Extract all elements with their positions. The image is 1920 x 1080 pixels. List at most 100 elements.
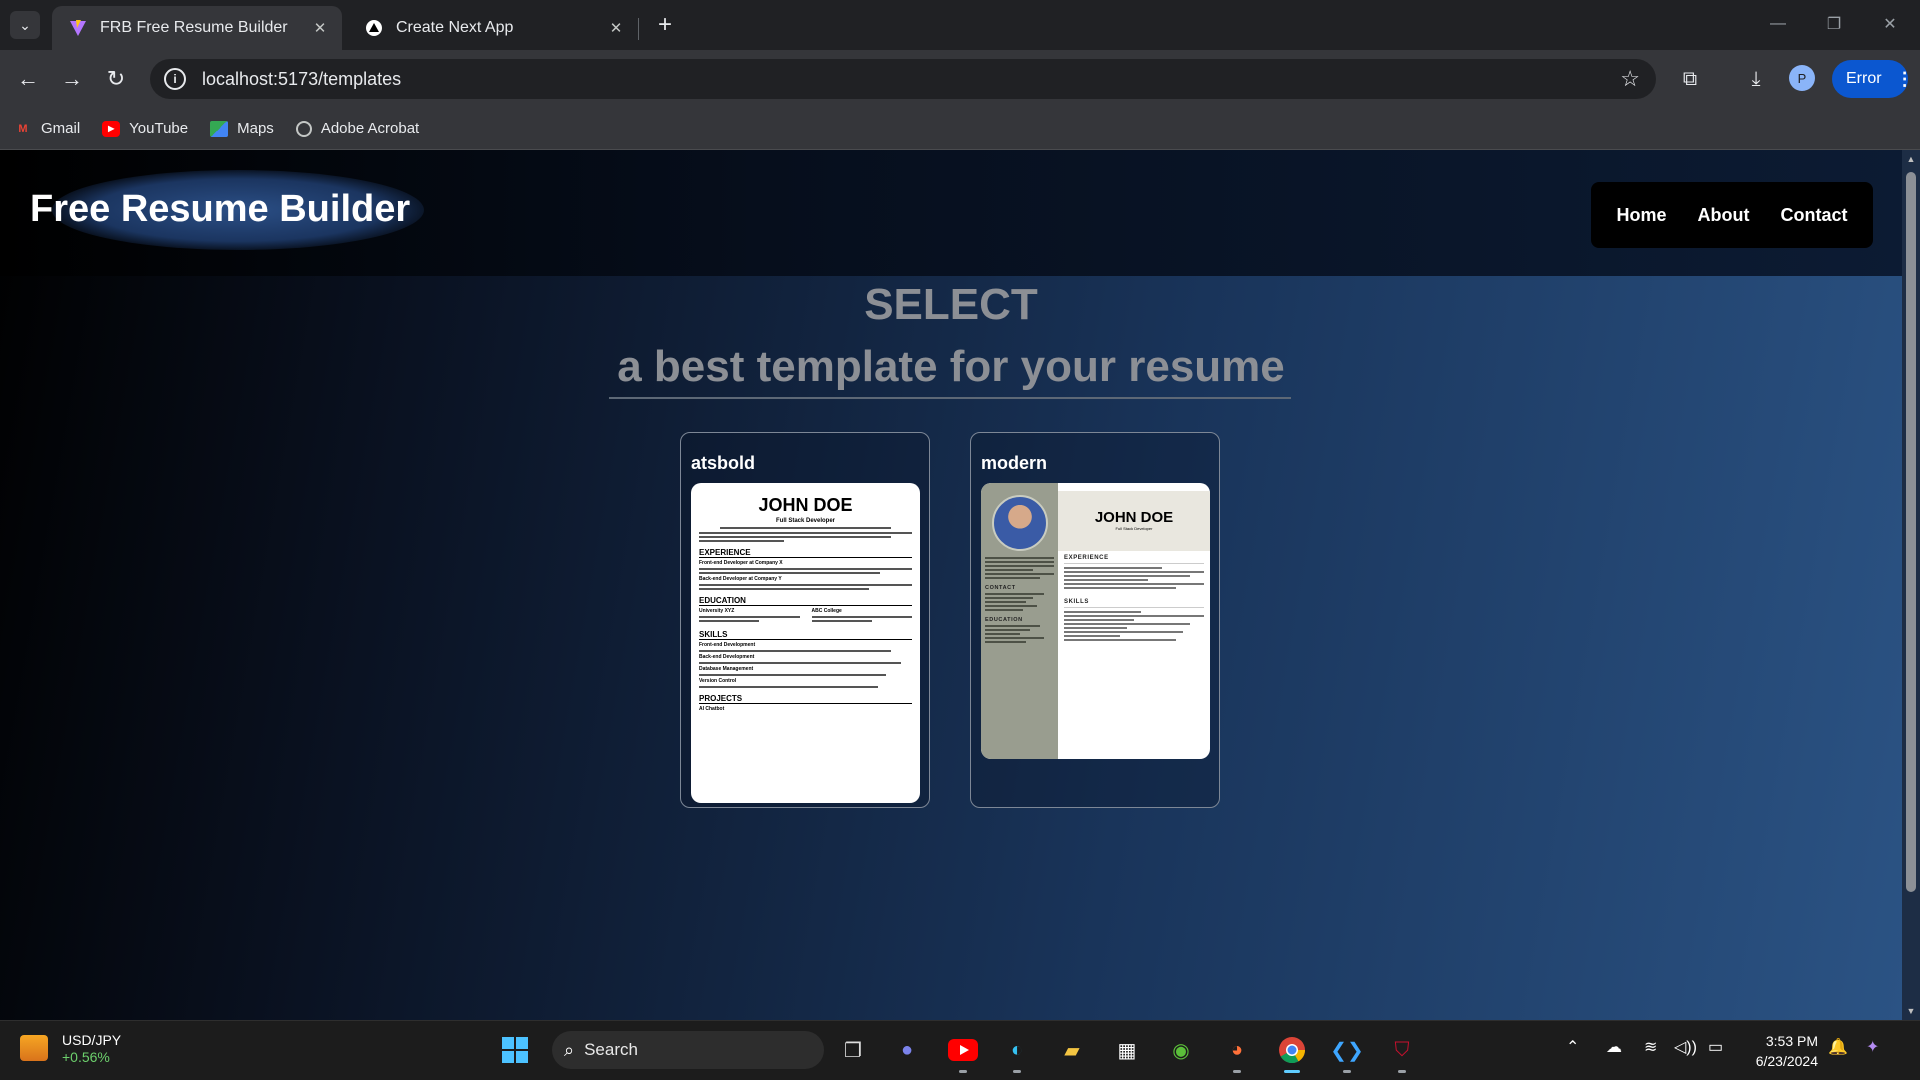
bookmark-maps[interactable]: Maps [210,120,274,137]
preview-section-heading: EXPERIENCE [1064,555,1204,564]
close-tab-icon[interactable]: ✕ [306,19,334,37]
preview-text-line [985,597,1034,599]
forward-icon[interactable]: → [56,63,88,95]
template-card-atsbold[interactable]: atsbold JOHN DOE Full Stack Developer EX… [680,432,930,808]
preview-text-line [985,593,1044,595]
youtube-icon: ▶ [102,120,121,137]
preview-text-line [1064,627,1127,629]
preview-section-heading: PROJECTS [699,694,912,704]
chrome-icon[interactable] [1275,1033,1309,1073]
tab-search-button[interactable]: ⌄ [10,11,40,39]
preview-side-heading: EDUCATION [985,617,1023,623]
preview-text-line [1064,623,1190,625]
back-icon[interactable]: ← [12,63,44,95]
volume-icon[interactable]: ◁)) [1674,1037,1697,1057]
new-tab-button[interactable]: + [650,10,680,40]
copilot-icon[interactable]: ✦ [1866,1037,1879,1057]
taskbar-search[interactable]: ⌕ Search [552,1031,824,1069]
vscode-icon[interactable]: ❮❯ [1330,1033,1364,1073]
file-explorer-icon[interactable]: ▰ [1055,1033,1089,1067]
close-window-icon[interactable]: ✕ [1862,8,1918,40]
scroll-down-icon[interactable]: ▼ [1902,1006,1920,1016]
preview-role: Full Stack Developer [1115,526,1153,531]
preview-side-heading: CONTACT [985,585,1016,591]
bookmark-star-icon[interactable]: ☆ [1620,66,1640,92]
nav-contact[interactable]: Contact [1781,205,1848,226]
close-tab-icon[interactable]: ✕ [602,19,630,37]
preview-text-line [1064,611,1141,613]
preview-text-line [699,532,912,534]
preview-subheading: AI Chatbot [699,706,725,712]
preview-role: Full Stack Developer [775,518,836,524]
preview-text-line [1064,567,1162,569]
site-info-icon[interactable]: i [164,68,186,90]
tab-create-next-app[interactable]: Create Next App ✕ [348,6,638,50]
address-bar[interactable]: i localhost:5173/templates ☆ [150,59,1656,99]
error-button[interactable]: Error ⋮ [1832,60,1914,98]
scroll-up-icon[interactable]: ▲ [1902,154,1920,164]
preview-text-line [1064,631,1183,633]
brand-title[interactable]: Free Resume Builder [30,188,410,231]
preview-text-line [1064,587,1176,589]
maps-icon [210,120,229,137]
nav-about[interactable]: About [1698,205,1750,226]
preview-section-heading: EDUCATION [699,596,912,606]
page-heading-select: SELECT [864,280,1038,329]
mcafee-icon[interactable]: ⛉ [1385,1033,1419,1073]
wifi-icon[interactable]: ≋ [1644,1037,1657,1057]
search-icon: ⌕ [564,1039,575,1060]
url-text[interactable]: localhost:5173/templates [202,69,401,90]
task-view-icon[interactable]: ❐ [836,1033,870,1067]
utorrent-icon[interactable]: ◉ [1164,1033,1198,1067]
teams-icon[interactable]: ● [890,1033,924,1067]
preview-text-line [1064,619,1134,621]
tab-title: FRB Free Resume Builder [100,19,288,36]
template-card-modern[interactable]: modern CONTACT EDUCATION JOHN DOE Full S… [970,432,1220,808]
minimize-icon[interactable]: — [1750,8,1806,40]
template-preview-modern[interactable]: CONTACT EDUCATION JOHN DOE Full Stack De… [981,483,1210,759]
edge-icon[interactable]: ◐ [1000,1033,1034,1073]
ms-store-icon[interactable]: ▦ [1110,1033,1144,1067]
start-icon[interactable] [498,1033,532,1067]
preview-text-line [699,536,891,538]
battery-icon[interactable]: ▭ [1708,1037,1723,1057]
profile-photo [991,495,1048,551]
downloads-icon[interactable]: ⤓ [1740,63,1772,95]
preview-section-heading: EXPERIENCE [699,548,912,558]
profile-avatar[interactable]: P [1789,65,1815,91]
preview-text-line [985,569,1034,571]
site-header: Free Resume Builder Home About Contact [0,150,1902,276]
preview-text-line [985,637,1044,639]
template-name: atsbold [691,453,756,473]
youtube-app-icon[interactable] [946,1033,980,1073]
bookmarks-bar: M Gmail ▶ YouTube Maps Adobe Acrobat [0,108,1920,150]
taskbar-clock[interactable]: 3:53 PM 6/23/2024 [1740,1031,1818,1071]
preview-text-line [699,650,891,652]
preview-text-line [985,633,1020,635]
preview-name: JOHN DOE [1094,509,1174,526]
preview-subheading: Version Control [699,678,737,684]
bookmark-adobe-acrobat[interactable]: Adobe Acrobat [295,120,419,137]
page-scrollbar[interactable]: ▲ ▼ [1902,150,1920,1020]
preview-text-line [985,629,1030,631]
menu-dots-icon[interactable]: ⋮ [1896,69,1914,90]
preview-subheading: Database Management [699,666,754,672]
bookmark-gmail[interactable]: M Gmail [14,120,80,137]
tab-frb[interactable]: FRB Free Resume Builder ✕ [52,6,342,50]
firefox-icon[interactable]: ◕ [1220,1033,1254,1073]
template-preview-atsbold[interactable]: JOHN DOE Full Stack Developer EXPERIENCE… [691,483,920,803]
extensions-icon[interactable]: ⧉ [1674,63,1706,95]
bookmark-label: Maps [237,120,274,137]
preview-text-line [985,577,1041,579]
scrollbar-thumb[interactable] [1906,172,1916,892]
preview-subheading: ABC College [811,608,842,614]
restore-icon[interactable]: ❐ [1806,8,1862,40]
bookmark-youtube[interactable]: ▶ YouTube [102,120,188,137]
preview-text-line [811,620,872,622]
ticker-widget[interactable]: USD/JPY +0.56% [20,1031,121,1065]
nav-home[interactable]: Home [1617,205,1667,226]
onedrive-icon[interactable]: ☁ [1606,1037,1622,1057]
chevron-up-icon[interactable]: ⌃ [1566,1037,1579,1057]
notification-bell-icon[interactable]: 🔔 [1828,1037,1848,1057]
reload-icon[interactable]: ↻ [100,63,132,95]
